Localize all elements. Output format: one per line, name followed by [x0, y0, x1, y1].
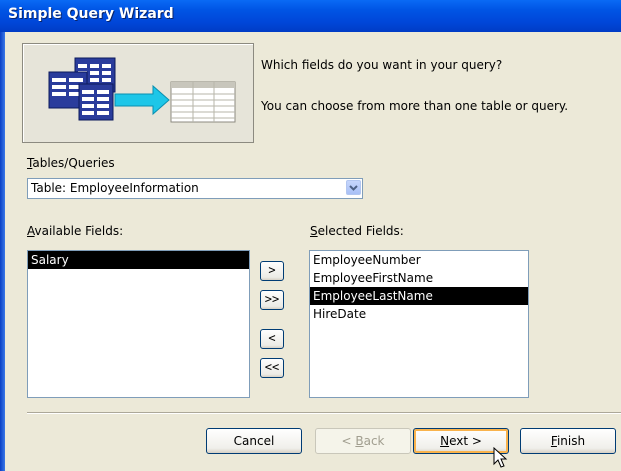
tables-queries-label: Tables/Queries — [27, 156, 115, 170]
mouse-pointer-icon — [493, 447, 508, 468]
prompt-hint: You can choose from more than one table … — [261, 99, 569, 113]
tables-queries-combobox[interactable]: Table: EmployeeInformation — [27, 178, 363, 199]
title-bar[interactable]: Simple Query Wizard — [0, 0, 621, 32]
list-item[interactable]: HireDate — [310, 305, 528, 323]
available-fields-label: Available Fields: — [27, 224, 124, 238]
back-button[interactable]: < Back — [315, 428, 411, 454]
dropdown-button[interactable] — [346, 180, 361, 195]
finish-button[interactable]: Finish — [520, 428, 616, 454]
wizard-illustration — [22, 43, 254, 143]
chevron-down-icon — [349, 185, 358, 191]
remove-field-button[interactable]: < — [260, 329, 284, 349]
list-item[interactable]: EmployeeNumber — [310, 251, 528, 269]
prompt-question: Which fields do you want in your query? — [261, 58, 503, 72]
add-field-button[interactable]: > — [260, 261, 284, 281]
list-item[interactable]: EmployeeFirstName — [310, 269, 528, 287]
window-title: Simple Query Wizard — [8, 6, 174, 22]
selected-fields-list[interactable]: EmployeeNumber EmployeeFirstName Employe… — [309, 250, 529, 398]
window-frame-left — [0, 32, 5, 471]
add-all-fields-button[interactable]: >> — [260, 290, 284, 310]
available-fields-list[interactable]: Salary — [27, 250, 250, 398]
remove-all-fields-button[interactable]: << — [260, 358, 284, 378]
list-item[interactable]: EmployeeLastName — [310, 287, 528, 305]
tables-to-query-icon — [48, 57, 236, 123]
list-item[interactable]: Salary — [28, 251, 249, 269]
selected-fields-label: Selected Fields: — [310, 224, 404, 238]
cancel-button[interactable]: Cancel — [206, 428, 302, 454]
tables-queries-value: Table: EmployeeInformation — [31, 181, 199, 195]
